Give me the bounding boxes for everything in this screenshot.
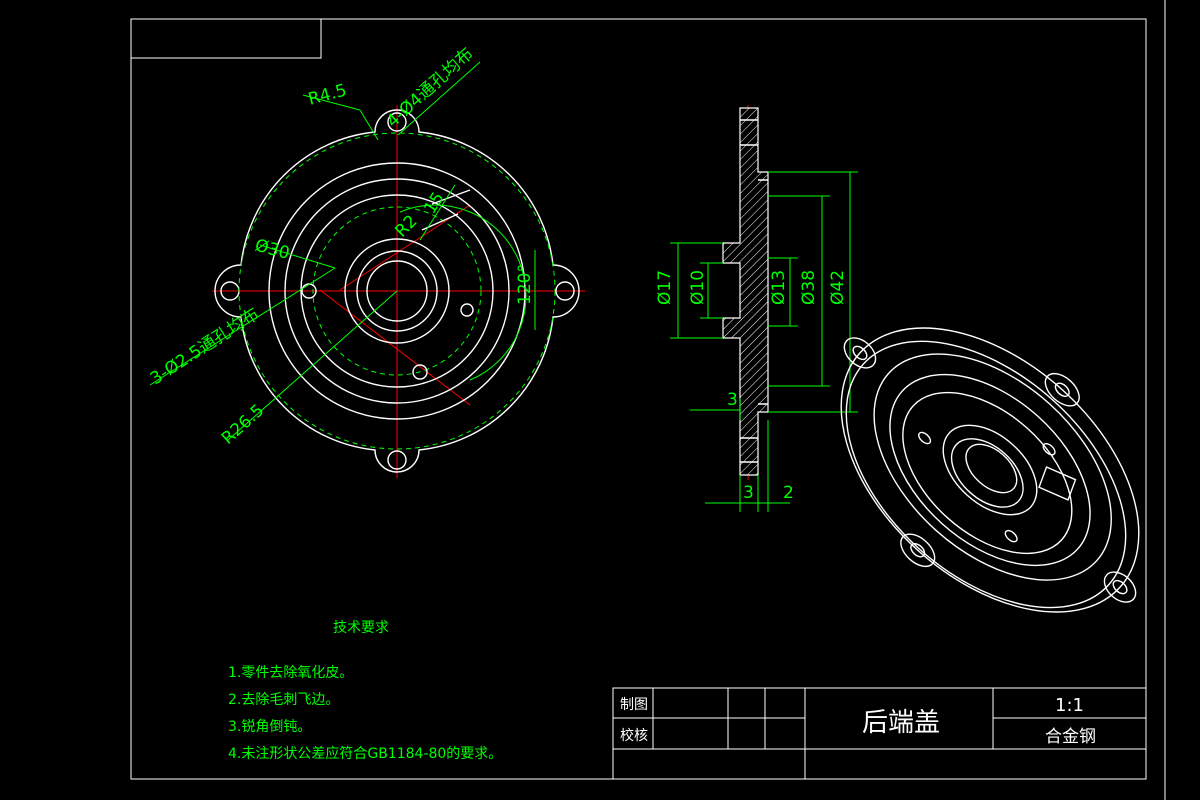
material-value: 合金钢 <box>1045 727 1096 747</box>
label-dia-13: Ø13 <box>769 270 789 305</box>
label-dia-42: Ø42 <box>828 270 848 305</box>
label-dia-30: Ø30 <box>253 236 292 264</box>
label-4-hole-note: 4-Ø4通孔均布 <box>383 44 478 132</box>
label-radius-26-5: R26.5 <box>218 401 268 449</box>
section-view: Ø17 Ø10 Ø13 Ø38 Ø42 3 3 2 <box>655 105 858 512</box>
label-dia-10: Ø10 <box>688 270 708 305</box>
code-box <box>130 18 322 59</box>
small-hole-3 <box>460 303 474 317</box>
title-block: 制图 校核 后端盖 1:1 合金钢 <box>612 687 1147 780</box>
tech-req-item-1: 1.零件去除氧化皮。 <box>228 665 353 681</box>
tech-req-item-2: 2.去除毛刺飞边。 <box>228 692 339 708</box>
isometric-view <box>840 327 1140 613</box>
technical-requirements: 技术要求 1.零件去除氧化皮。 2.去除毛刺飞边。 3.锐角倒钝。 4.未注形状… <box>228 620 502 762</box>
label-angle-120: 120° <box>515 264 535 305</box>
label-dia-17: Ø17 <box>655 270 675 305</box>
cad-drawing: R4.5 4-Ø4通孔均布 R2 15 Ø30 3-Ø2.5通孔均布 R26.5… <box>130 0 1166 800</box>
section-body <box>722 107 769 476</box>
label-dim-15: 15 <box>420 189 448 218</box>
label-thickness-3-lower: 3 <box>743 483 754 503</box>
scale-value: 1:1 <box>1055 695 1084 716</box>
front-view: R4.5 4-Ø4通孔均布 R2 15 Ø30 3-Ø2.5通孔均布 R26.5… <box>147 44 585 478</box>
tech-req-heading: 技术要求 <box>333 620 389 636</box>
tech-req-item-3: 3.锐角倒钝。 <box>228 719 311 735</box>
tech-req-item-4: 4.未注形状公差应符合GB1184-80的要求。 <box>228 745 502 762</box>
label-dia-38: Ø38 <box>799 270 819 305</box>
label-radius-2: R2 <box>391 211 421 241</box>
label-thickness-2: 2 <box>783 483 794 503</box>
checked-label: 校核 <box>620 727 648 744</box>
part-name: 后端盖 <box>862 708 940 738</box>
drawn-label: 制图 <box>620 697 648 713</box>
label-thickness-3-upper: 3 <box>727 390 738 410</box>
label-3-hole-note: 3-Ø2.5通孔均布 <box>147 304 263 389</box>
